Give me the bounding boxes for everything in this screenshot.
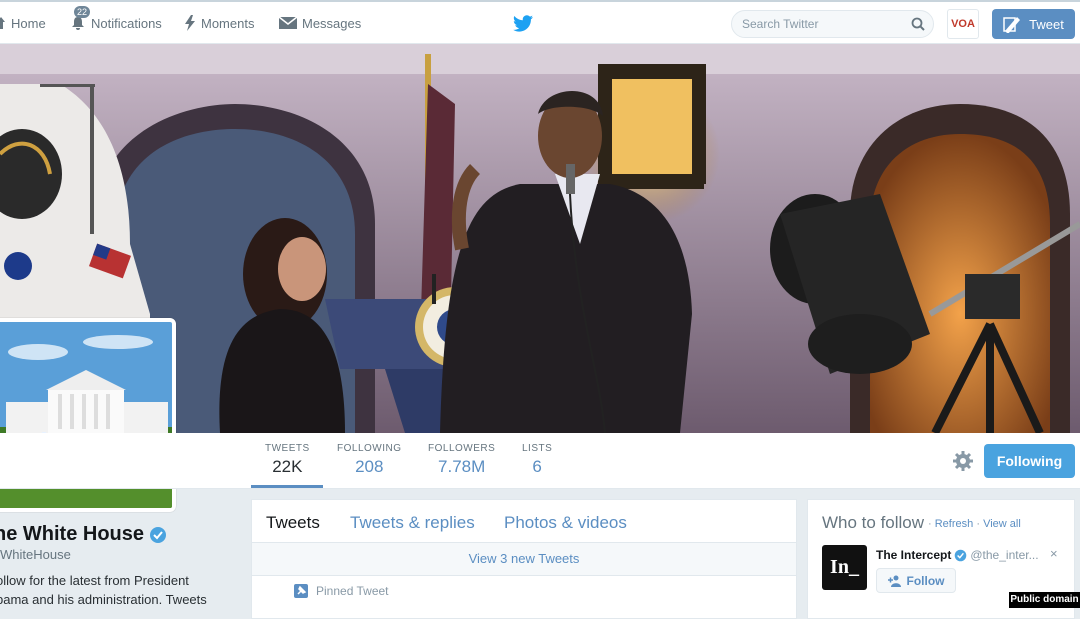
- home-icon: [0, 17, 5, 29]
- tweet-button-label: Tweet: [1029, 16, 1064, 32]
- verified-badge-icon: [955, 549, 967, 561]
- stat-lists-value: 6: [532, 457, 542, 476]
- nav-messages[interactable]: Messages: [279, 12, 361, 34]
- stat-lists[interactable]: LISTS 6: [522, 443, 552, 477]
- tab-photos-videos[interactable]: Photos & videos: [504, 513, 627, 533]
- who-to-follow-links: · Refresh · View all: [928, 518, 1021, 530]
- stat-following-value: 208: [355, 457, 384, 476]
- suggestion-handle: @the_inter...: [970, 548, 1039, 562]
- follow-button-label: Follow: [906, 573, 945, 588]
- separator-dot-1: ·: [928, 518, 932, 530]
- search-box[interactable]: [731, 10, 934, 38]
- add-user-icon: [887, 575, 901, 587]
- stat-following[interactable]: FOLLOWING 208: [337, 443, 402, 477]
- lightning-icon: [185, 15, 195, 31]
- stat-lists-label: LISTS: [522, 443, 553, 454]
- refresh-link[interactable]: Refresh: [935, 518, 974, 530]
- tweet-button[interactable]: Tweet: [992, 9, 1075, 39]
- stat-following-label: FOLLOWING: [337, 443, 402, 454]
- following-button[interactable]: Following: [984, 444, 1075, 478]
- who-to-follow-title: Who to follow: [822, 513, 925, 532]
- view-new-tweets-bar[interactable]: View 3 new Tweets: [252, 543, 796, 576]
- pinned-tweet-text: Pinned Tweet: [316, 584, 389, 598]
- pin-icon: [294, 584, 308, 598]
- active-stat-indicator: [251, 485, 323, 488]
- search-input[interactable]: [742, 11, 912, 37]
- follow-button[interactable]: Follow: [876, 568, 956, 593]
- nav-notifications-label: Notifications: [91, 15, 162, 31]
- separator-dot-2: ·: [976, 518, 980, 530]
- nav-home-label: Home: [11, 15, 46, 31]
- profile-bio: ollow for the latest from President bama…: [0, 571, 216, 609]
- profile-name: he White House: [0, 523, 167, 546]
- notifications-badge: 22: [74, 6, 91, 18]
- account-avatar[interactable]: VOA: [947, 9, 979, 39]
- timeline-panel: Tweets Tweets & replies Photos & videos …: [251, 499, 797, 619]
- stat-followers-value: 7.78M: [438, 457, 486, 476]
- stat-followers[interactable]: FOLLOWERS 7.78M: [428, 443, 495, 477]
- stat-tweets[interactable]: TWEETS 22K: [265, 443, 310, 477]
- suggestion-avatar[interactable]: In_: [822, 545, 867, 590]
- top-navigation: Home 22 Notifications Moments Messages V…: [0, 0, 1080, 44]
- nav-notifications[interactable]: 22 Notifications: [70, 6, 162, 34]
- suggestion-name[interactable]: The Intercept @the_inter...: [876, 548, 1039, 562]
- suggestion-name-text: The Intercept: [876, 548, 952, 562]
- profile-stats-bar: TWEETS 22K FOLLOWING 208 FOLLOWERS 7.78M…: [0, 433, 1080, 489]
- dismiss-suggestion-close-icon[interactable]: ×: [1050, 546, 1058, 561]
- tab-tweets-replies[interactable]: Tweets & replies: [350, 513, 475, 533]
- image-credit-label: Public domain: [1009, 592, 1080, 608]
- profile-handle[interactable]: WhiteHouse: [0, 547, 71, 562]
- nav-messages-label: Messages: [302, 15, 362, 31]
- stat-tweets-label: TWEETS: [265, 443, 310, 454]
- twitter-bird-icon[interactable]: [513, 15, 533, 37]
- envelope-icon: [279, 16, 297, 29]
- nav-moments-label: Moments: [201, 15, 255, 31]
- search-icon[interactable]: [911, 17, 925, 36]
- gear-icon[interactable]: [952, 450, 974, 477]
- profile-name-text: he White House: [0, 523, 145, 545]
- stat-followers-label: FOLLOWERS: [428, 443, 496, 454]
- nav-home[interactable]: Home: [0, 12, 46, 34]
- profile-bio-line-2: bama and his administration. Tweets: [0, 592, 207, 607]
- compose-icon: [1003, 17, 1021, 33]
- profile-bio-line-1: ollow for the latest from President: [0, 573, 189, 588]
- view-all-link[interactable]: View all: [983, 518, 1021, 530]
- nav-moments[interactable]: Moments: [184, 12, 254, 34]
- timeline-tabs: Tweets Tweets & replies Photos & videos: [252, 500, 796, 543]
- pinned-tweet-label: Pinned Tweet: [294, 584, 389, 598]
- tab-tweets[interactable]: Tweets: [266, 513, 320, 533]
- stat-tweets-value: 22K: [272, 457, 303, 476]
- verified-badge-icon: [150, 526, 167, 543]
